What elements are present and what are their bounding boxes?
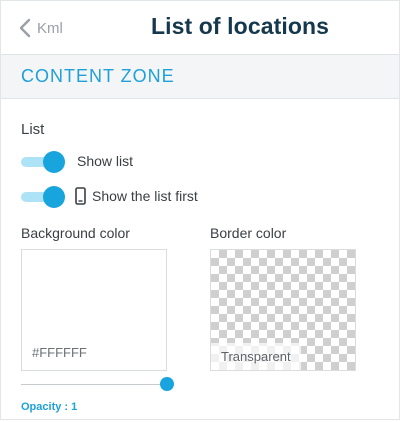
show-list-toggle[interactable] bbox=[21, 151, 65, 173]
settings-panel: Kml List of locations CONTENT ZONE List … bbox=[0, 0, 400, 420]
background-color-value: #FFFFFF bbox=[32, 345, 87, 360]
show-list-first-row: Show the list first bbox=[21, 186, 198, 208]
mobile-phone-icon bbox=[75, 187, 86, 205]
back-button[interactable]: Kml bbox=[19, 15, 63, 41]
background-color-label: Background color bbox=[21, 225, 130, 241]
back-label: Kml bbox=[37, 19, 63, 37]
border-color-label: Border color bbox=[210, 225, 287, 241]
slider-thumb[interactable] bbox=[160, 377, 174, 391]
show-list-first-toggle[interactable] bbox=[21, 186, 65, 208]
list-label: List bbox=[21, 121, 45, 138]
slider-rail bbox=[21, 384, 167, 385]
background-color-picker[interactable]: #FFFFFF bbox=[21, 249, 167, 371]
toggle-knob bbox=[43, 151, 65, 173]
show-list-row: Show list bbox=[21, 151, 134, 173]
section-header: CONTENT ZONE bbox=[1, 55, 399, 99]
opacity-label: Opacity : 1 bbox=[21, 401, 78, 413]
show-list-label: Show list bbox=[77, 153, 134, 169]
show-list-first-label: Show the list first bbox=[92, 188, 198, 204]
chevron-left-icon bbox=[19, 18, 31, 38]
toggle-knob bbox=[43, 186, 65, 208]
section-title: CONTENT ZONE bbox=[21, 66, 175, 86]
border-color-picker[interactable]: Transparent bbox=[210, 249, 356, 371]
page-title: List of locations bbox=[151, 13, 330, 39]
border-color-value: Transparent bbox=[211, 343, 301, 370]
panel-header: Kml List of locations bbox=[1, 1, 399, 55]
opacity-slider[interactable] bbox=[21, 376, 174, 392]
